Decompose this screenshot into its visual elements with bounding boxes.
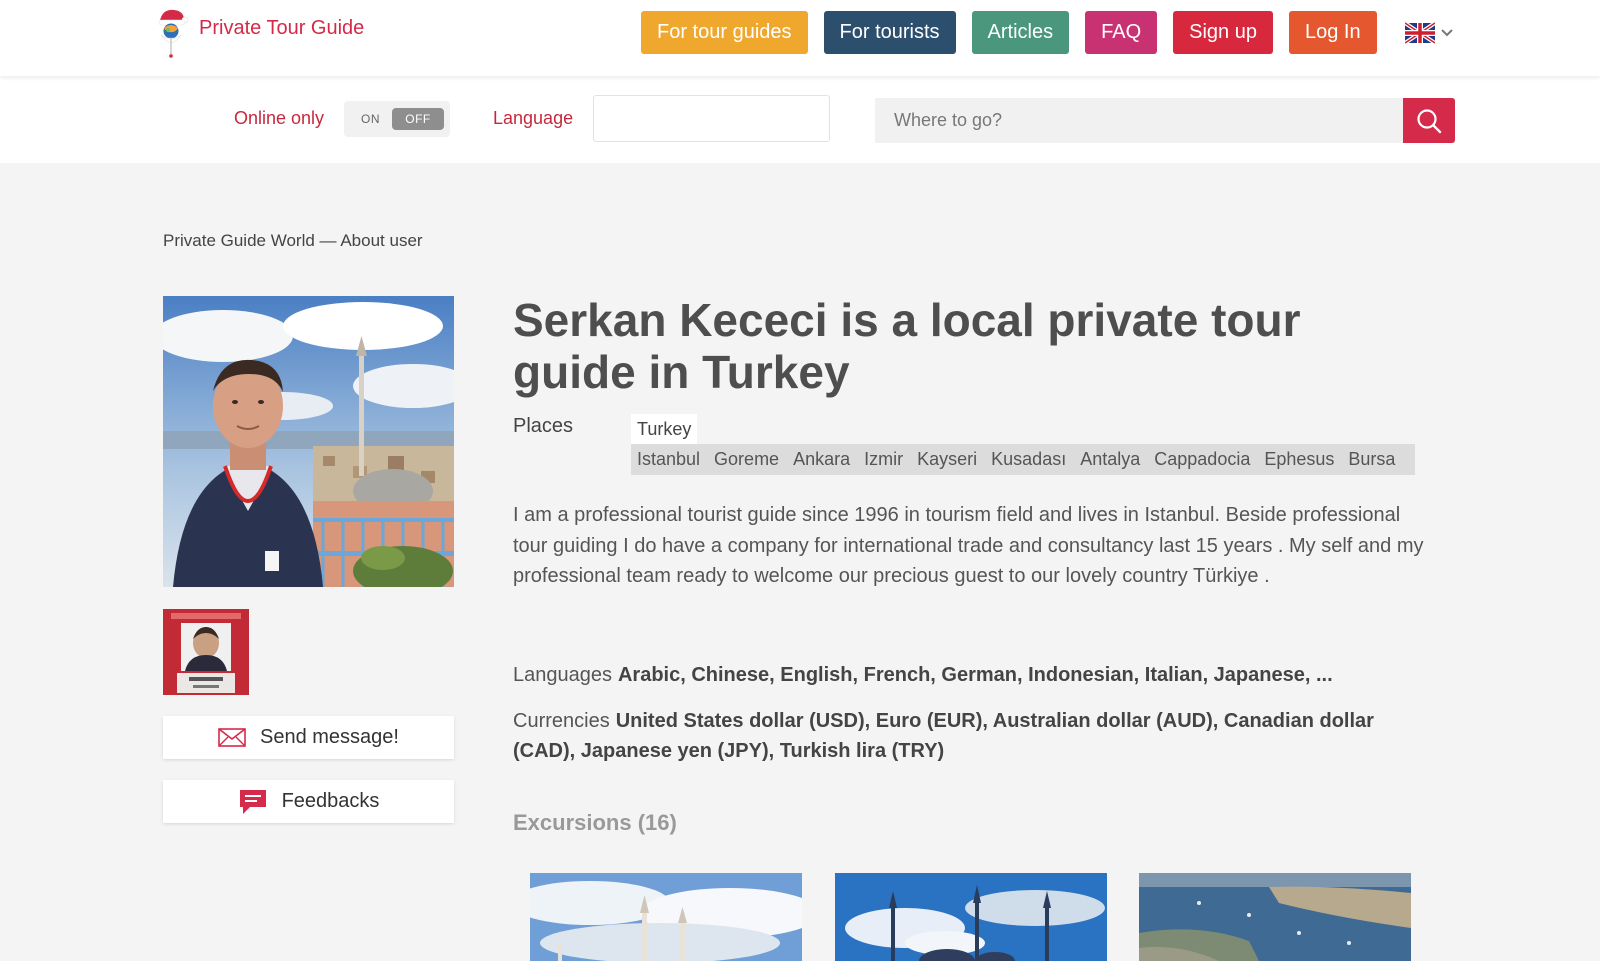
- place-city-item[interactable]: Istanbul: [637, 449, 700, 470]
- chat-bubble-icon: [239, 789, 266, 814]
- nav-faq-button[interactable]: FAQ: [1085, 11, 1158, 54]
- guide-badge-thumbnail[interactable]: [163, 609, 249, 695]
- site-header: Private Tour Guide For tour guides For t…: [0, 0, 1600, 76]
- place-cities-list: Istanbul Goreme Ankara Izmir Kayseri Kus…: [631, 444, 1415, 475]
- place-country-turkey[interactable]: Turkey: [631, 414, 698, 444]
- logo-link[interactable]: Private Tour Guide: [154, 6, 364, 58]
- place-city-item[interactable]: Kusadası: [991, 449, 1066, 470]
- currencies-row: Currencies United States dollar (USD), Eu…: [513, 706, 1413, 766]
- where-to-go-input[interactable]: [875, 98, 1403, 143]
- online-only-toggle[interactable]: ON OFF: [344, 101, 450, 137]
- currencies-label: Currencies: [513, 710, 610, 732]
- feedbacks-button[interactable]: Feedbacks: [163, 780, 454, 823]
- excursions-heading: Excursions (16): [513, 810, 677, 835]
- brand-name: Private Tour Guide: [199, 16, 365, 39]
- filter-bar: Online only ON OFF Language: [0, 76, 1600, 163]
- place-city-item[interactable]: Antalya: [1080, 449, 1140, 470]
- guide-profile-photo[interactable]: [163, 296, 454, 587]
- place-city-item[interactable]: Kayseri: [917, 449, 977, 470]
- nav-for-tourists-button[interactable]: For tourists: [823, 11, 956, 54]
- excursion-card[interactable]: [835, 873, 1107, 961]
- excursion-card[interactable]: [530, 873, 802, 961]
- search-button[interactable]: [1403, 98, 1455, 143]
- place-city-item[interactable]: Cappadocia: [1154, 449, 1250, 470]
- place-city-item[interactable]: Goreme: [714, 449, 779, 470]
- nav-log-in-button[interactable]: Log In: [1288, 11, 1377, 54]
- breadcrumb-home-link[interactable]: Private Guide World: [163, 231, 315, 250]
- uk-flag-icon: [1405, 22, 1435, 44]
- envelope-icon: [218, 728, 246, 747]
- nav-sign-up-button[interactable]: Sign up: [1173, 11, 1273, 54]
- send-message-label: Send message!: [260, 726, 399, 748]
- excursion-card[interactable]: [1139, 873, 1411, 961]
- toggle-off-label: OFF: [392, 108, 444, 130]
- send-message-button[interactable]: Send message!: [163, 716, 454, 759]
- place-city-item[interactable]: Bursa: [1348, 449, 1395, 470]
- nav-articles-button[interactable]: Articles: [971, 11, 1070, 54]
- main-nav: For tour guides For tourists Articles FA…: [641, 11, 1377, 54]
- santa-pin-logo-icon: [158, 9, 188, 58]
- language-switcher[interactable]: [1405, 22, 1453, 44]
- language-label: Language: [493, 108, 574, 128]
- search-box: [875, 98, 1455, 143]
- place-city-item[interactable]: Izmir: [864, 449, 903, 470]
- currencies-value: United States dollar (USD), Euro (EUR), …: [513, 710, 1374, 762]
- nav-for-tour-guides-button[interactable]: For tour guides: [641, 11, 808, 54]
- breadcrumb-separator: —: [319, 231, 337, 250]
- breadcrumb-current: About user: [340, 231, 423, 250]
- place-city-item[interactable]: Ephesus: [1264, 449, 1334, 470]
- online-only-label: Online only: [234, 108, 325, 128]
- toggle-on-label: ON: [361, 112, 380, 126]
- breadcrumb: Private Guide World — About user: [163, 231, 423, 251]
- page-title: Serkan Kececi is a local private tour gu…: [513, 294, 1301, 398]
- places-label: Places: [513, 415, 574, 437]
- chevron-down-icon: [1441, 29, 1453, 37]
- languages-value: Arabic, Chinese, English, French, German…: [617, 664, 1333, 686]
- language-input[interactable]: [593, 95, 830, 142]
- search-icon: [1417, 108, 1442, 133]
- languages-label: Languages: [513, 664, 612, 686]
- languages-row: Languages Arabic, Chinese, English, Frenc…: [513, 660, 1413, 690]
- feedbacks-label: Feedbacks: [281, 790, 380, 812]
- guide-bio: I am a professional tourist guide since …: [513, 504, 1424, 587]
- place-city-item[interactable]: Ankara: [793, 449, 850, 470]
